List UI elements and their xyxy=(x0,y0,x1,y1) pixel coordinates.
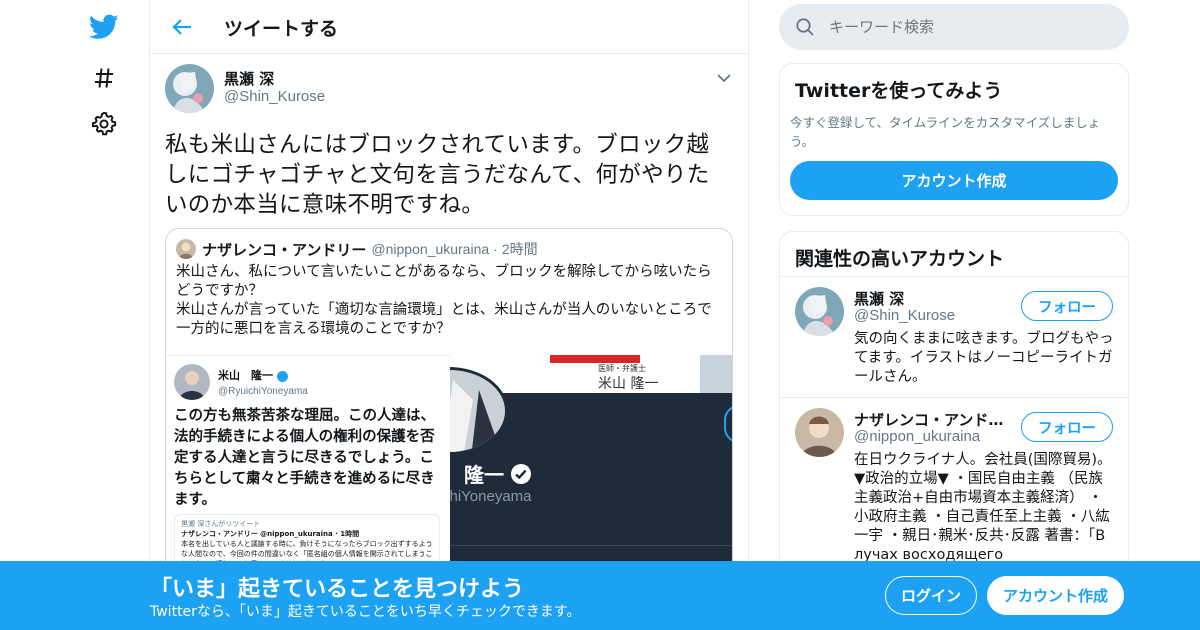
account-name[interactable]: ナザレンコ・アンドリー xyxy=(854,409,1004,430)
account-handle[interactable]: @nippon_ukuraina xyxy=(854,428,980,445)
screenshot-text: この方も無茶苦茶な理屈。この人達は、法的手続きによる個人の権利の保護を否定する人… xyxy=(174,408,435,508)
tweet-author-name[interactable]: 黒瀬 深 xyxy=(224,68,274,89)
screenshot-name: 米山 隆一 xyxy=(218,367,308,383)
search-bar[interactable] xyxy=(779,4,1129,50)
tweet-text: 私も米山さんにはブロックされています。ブロック越しにゴチャゴチャと文句を言うだな… xyxy=(165,132,710,218)
quote-separator: · xyxy=(493,241,498,257)
page-title: ツイートする xyxy=(224,18,339,40)
account-bio: 気の向くままに呟きます。ブログもやってます。イラストはノーコピーライトガールさん… xyxy=(854,331,1114,385)
signup-card-title: Twitterを使ってみよう xyxy=(795,80,1003,102)
banner-name: 米山 隆一 xyxy=(598,376,659,392)
tweet-author-handle[interactable]: @Shin_Kurose xyxy=(224,88,325,105)
back-arrow-icon[interactable] xyxy=(168,13,196,41)
divider xyxy=(450,545,732,546)
quote-author-name: ナザレンコ・アンドリー xyxy=(202,240,367,259)
login-button[interactable]: ログイン xyxy=(885,576,977,615)
create-account-button[interactable]: アカウント作成 xyxy=(790,161,1118,200)
follow-button[interactable]: フォロー xyxy=(1021,412,1113,442)
quote-text-line: 米山さんが言っていた「適切な言論環境」とは、米山さんが当人のいないところで一方的… xyxy=(176,302,712,337)
screenshot-retweet-author: ナザレンコ・アンドリー @nippon_ukuraina · 1時間 xyxy=(181,530,360,538)
hashtag-icon[interactable] xyxy=(88,62,120,94)
avatar[interactable] xyxy=(795,287,844,336)
quote-time: 2時間 xyxy=(501,241,538,257)
screenshot-avatar xyxy=(174,364,210,400)
quote-header: ナザレンコ・アンドリー @nippon_ukuraina · 2時間 xyxy=(176,239,538,259)
quote-avatar xyxy=(176,239,196,259)
banner-red-text xyxy=(550,355,640,363)
bottom-bar-title: 「いま」起きていることを見つけよう xyxy=(150,577,525,602)
main-column: ツイートする 黒瀬 深 @Shin_Kurose 私も米山さんにはブロックされて… xyxy=(149,0,749,630)
bottom-signup-bar: 「いま」起きていることを見つけよう Twitterなら、「いま」起きていることを… xyxy=(0,561,1200,630)
verified-badge-icon xyxy=(511,463,531,484)
left-nav xyxy=(80,0,130,630)
quote-text-line: 米山さん、私について言いたいことがあるなら、ブロックを解除してから呟いたらどうで… xyxy=(176,264,712,299)
follow-button[interactable]: フォロー xyxy=(1021,291,1113,321)
account-bio: 在日ウクライナ人。会社員(国際貿易)。 ▼政治的立場▼ ・国民自由主義 （民族主… xyxy=(854,452,1112,563)
banner-photo xyxy=(700,355,732,393)
search-input[interactable] xyxy=(829,18,1109,36)
profile-name: 隆一 xyxy=(464,459,532,488)
screenshot-retweet-by: 黒瀬 深さんがリツイート xyxy=(181,520,261,528)
tweet: 黒瀬 深 @Shin_Kurose 私も米山さんにはブロックされています。ブロッ… xyxy=(150,54,748,218)
twitter-bird-icon[interactable] xyxy=(88,11,120,43)
avatar[interactable] xyxy=(165,64,214,113)
chevron-down-icon[interactable] xyxy=(714,68,734,88)
search-icon xyxy=(795,17,815,37)
avatar[interactable] xyxy=(795,408,844,457)
account-handle[interactable]: @Shin_Kurose xyxy=(854,307,955,324)
screenshot-handle: @RyuichiYoneyama xyxy=(218,386,308,397)
related-accounts-header: 関連性の高いアカウント xyxy=(780,232,1128,277)
main-header: ツイートする xyxy=(150,0,748,54)
related-accounts-title: 関連性の高いアカウント xyxy=(795,248,1005,270)
related-account-item[interactable]: 黒瀬 深 @Shin_Kurose フォロー 気の向くままに呟きます。ブログもや… xyxy=(780,277,1128,398)
verified-badge-icon xyxy=(276,370,288,382)
signup-card-description: 今すぐ登録して、タイムラインをカスタマイズしましょう。 xyxy=(790,115,1101,149)
profile-handle: chiYoneyama xyxy=(450,488,532,505)
quote-text: 米山さん、私について言いたいことがあるなら、ブロックを解除してから呟いたらどうで… xyxy=(176,263,726,339)
signup-card: Twitterを使ってみよう 今すぐ登録して、タイムラインをカスタマイズしましょ… xyxy=(779,63,1129,216)
screenshot-header: 米山 隆一 @RyuichiYoneyama xyxy=(174,364,308,400)
bottom-bar-subtitle: Twitterなら、「いま」起きていることをいち早くチェックできます。 xyxy=(150,604,581,620)
signup-button[interactable]: アカウント作成 xyxy=(987,576,1124,615)
quote-author-handle: @nippon_ukuraina xyxy=(371,241,490,257)
account-name[interactable]: 黒瀬 深 xyxy=(854,288,1004,309)
gear-icon[interactable] xyxy=(88,108,120,140)
